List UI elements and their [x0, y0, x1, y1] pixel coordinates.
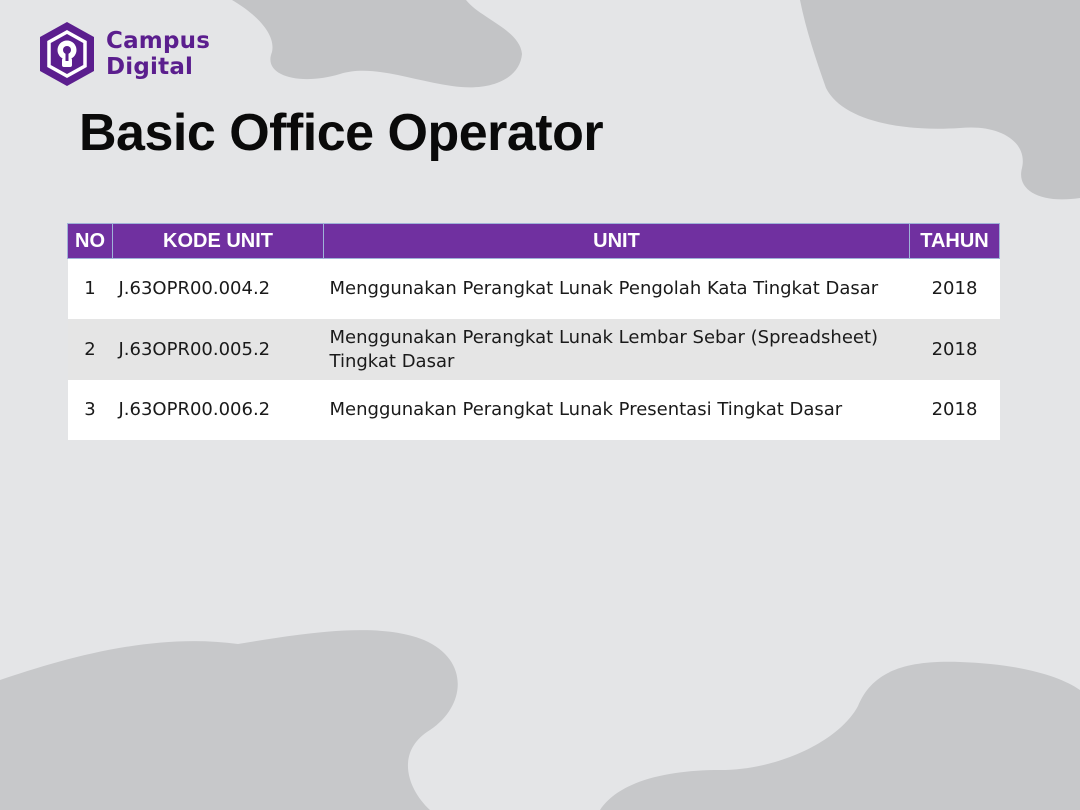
brand-name-line1: Campus — [106, 28, 211, 54]
brand-logo: Campus Digital — [36, 20, 210, 88]
cell-kode-unit: J.63OPR00.005.2 — [112, 319, 324, 380]
cell-no: 3 — [67, 380, 113, 440]
cell-unit: Menggunakan Perangkat Lunak Lembar Sebar… — [323, 319, 910, 380]
table-row: 2 J.63OPR00.005.2 Menggunakan Perangkat … — [67, 319, 1000, 380]
table-row: 1 J.63OPR00.004.2 Menggunakan Perangkat … — [67, 258, 1000, 319]
units-table: NO KODE UNIT UNIT TAHUN 1 J.63OPR00.004.… — [67, 223, 1000, 440]
cell-tahun: 2018 — [909, 319, 1000, 380]
table-row: 3 J.63OPR00.006.2 Menggunakan Perangkat … — [67, 380, 1000, 440]
cell-no: 2 — [67, 319, 113, 380]
cell-tahun: 2018 — [909, 380, 1000, 440]
column-header-kode-unit: KODE UNIT — [112, 223, 324, 259]
cell-unit: Menggunakan Perangkat Lunak Pengolah Kat… — [323, 258, 910, 319]
brand-name: Campus Digital — [106, 28, 210, 80]
cell-tahun: 2018 — [909, 258, 1000, 319]
cell-unit: Menggunakan Perangkat Lunak Presentasi T… — [323, 380, 910, 440]
cell-kode-unit: J.63OPR00.006.2 — [112, 380, 324, 440]
table-header-row: NO KODE UNIT UNIT TAHUN — [67, 223, 1000, 259]
column-header-unit: UNIT — [323, 223, 910, 259]
cell-no: 1 — [67, 258, 113, 319]
page-title: Basic Office Operator — [79, 104, 604, 162]
brand-name-line2: Digital — [106, 54, 194, 80]
column-header-no: NO — [67, 223, 113, 259]
column-header-tahun: TAHUN — [909, 223, 1000, 259]
cell-kode-unit: J.63OPR00.004.2 — [112, 258, 324, 319]
lightbulb-hexagon-icon — [40, 22, 94, 86]
